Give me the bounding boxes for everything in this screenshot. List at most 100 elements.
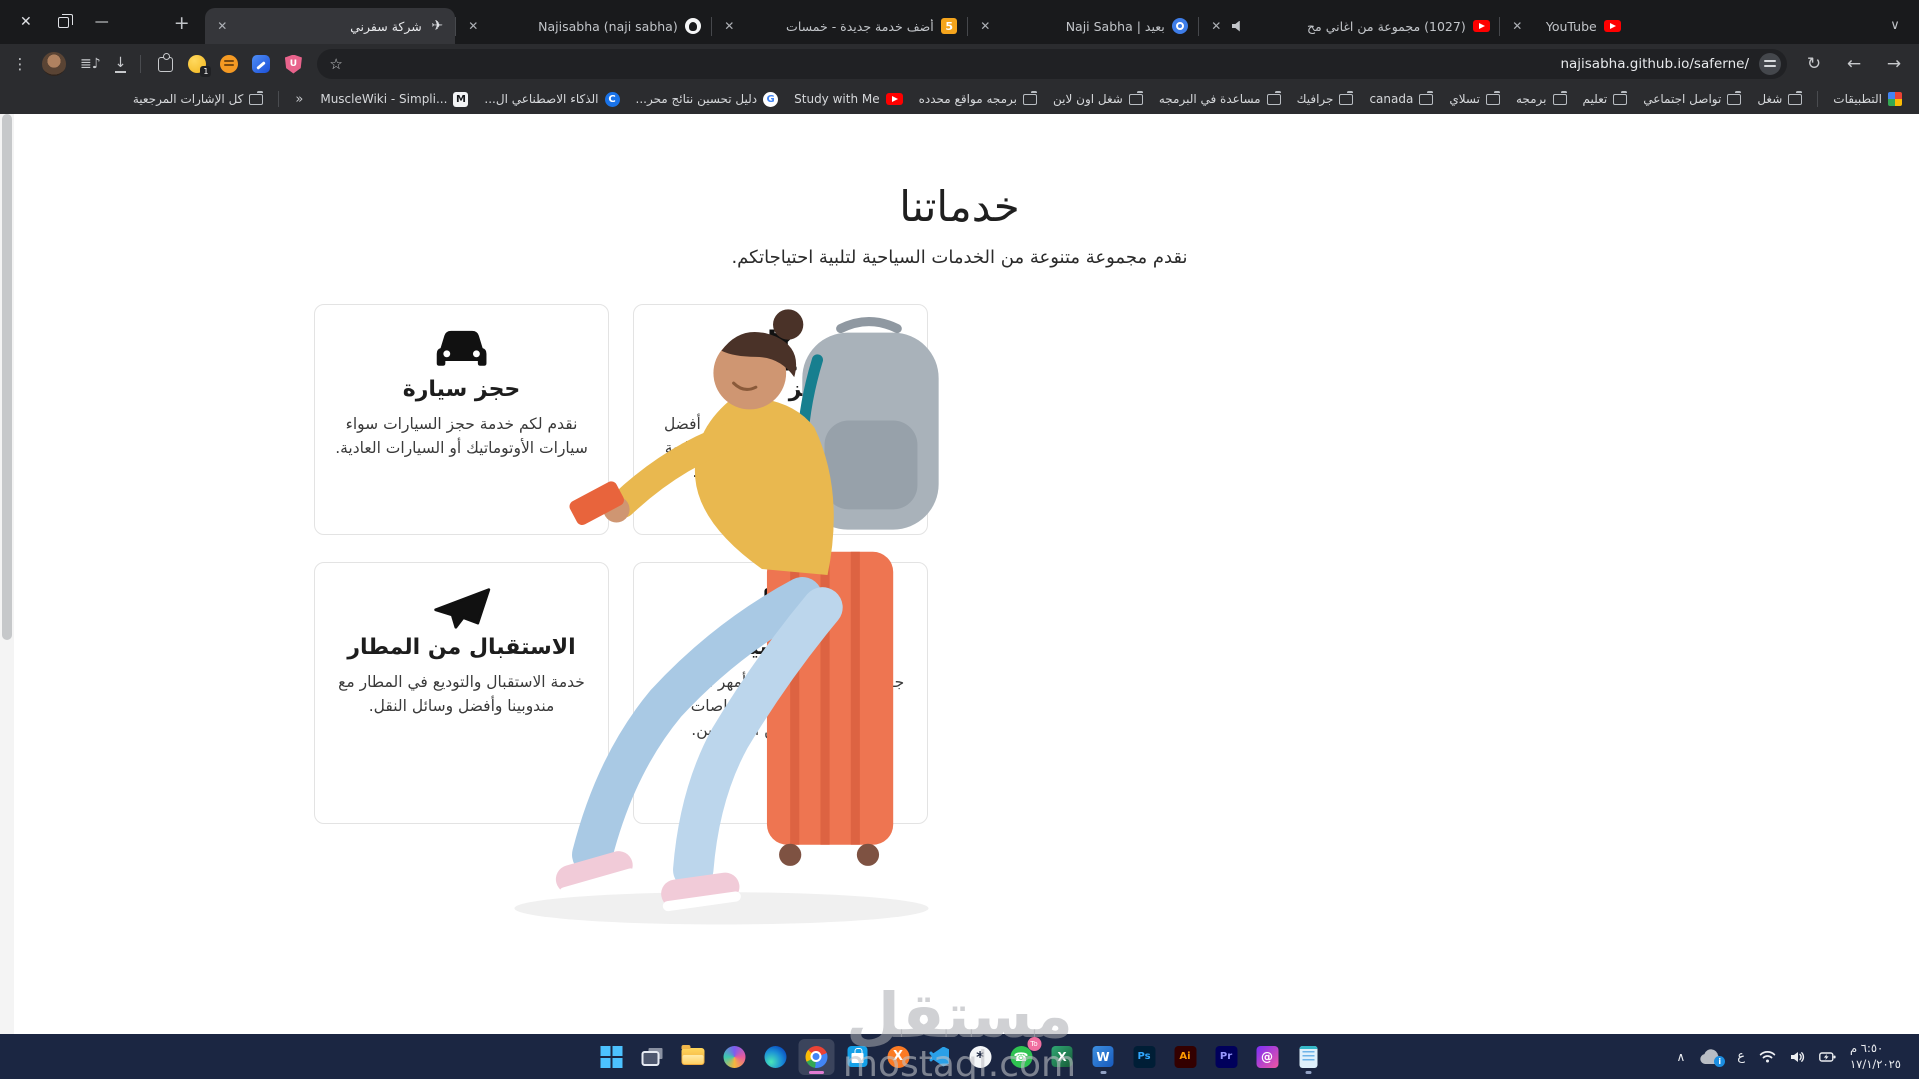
taskbar-edge-icon[interactable] — [757, 1039, 793, 1075]
taskbar-word-icon[interactable]: W — [1085, 1039, 1121, 1075]
tab-title: Naji Sabha | بعيد — [1065, 18, 1165, 34]
tray-clock[interactable]: ٦:٥٠ م ١٧/١/٢٠٢٥ — [1850, 1041, 1901, 1072]
extension-burger-icon[interactable] — [219, 54, 239, 74]
address-bar[interactable]: ☆ najisabha.github.io/saferne/ — [317, 49, 1787, 79]
bookmark-label: برمجه — [1515, 92, 1547, 106]
all-bookmarks-button[interactable]: كل الإشارات المرجعية — [126, 89, 271, 109]
scrollbar-thumb[interactable] — [2, 114, 12, 640]
khamsat-icon: 5 — [941, 18, 958, 34]
downloads-icon[interactable]: ↓ — [114, 56, 127, 73]
taskview-icon — [641, 1051, 659, 1066]
extension-blue-icon[interactable] — [251, 54, 271, 74]
excel-icon: X — [1051, 1046, 1073, 1067]
new-tab-button[interactable]: + — [167, 8, 197, 38]
running-indicator — [808, 1070, 824, 1074]
browser-tab[interactable]: ✕ شركة سفرني ✈ — [204, 8, 455, 44]
taskbar-designer-icon[interactable] — [716, 1039, 752, 1075]
xampp-icon: X — [887, 1045, 909, 1068]
forward-icon[interactable]: → — [1881, 54, 1907, 74]
battery-icon[interactable] — [1819, 1051, 1836, 1063]
bookmark-star-icon[interactable]: ☆ — [329, 55, 342, 73]
bookmark-item[interactable]: تعليم — [1576, 89, 1635, 109]
bookmarks-separator — [1817, 91, 1819, 107]
tab-favicon: 5 — [941, 18, 958, 35]
browser-tab[interactable]: ✕ YouTube — [1500, 8, 1630, 44]
tab-close-icon[interactable]: ✕ — [977, 18, 994, 35]
tray-date: ١٧/١/٢٠٢٥ — [1850, 1056, 1901, 1071]
browser-tab[interactable]: ✕ أضف خدمة جديدة - خمسات 5 — [712, 8, 967, 44]
taskbar-photoshop-icon[interactable]: Ps — [1126, 1039, 1162, 1075]
taskbar-whatsapp-icon[interactable]: ☎ To — [1003, 1036, 1041, 1075]
page-viewport: خدماتنا نقدم مجموعة متنوعة من الخدمات ال… — [0, 114, 1919, 1034]
taskbar-explorer-icon[interactable] — [675, 1039, 711, 1075]
bookmark-item[interactable]: G دليل تحسين نتائج محر... — [629, 89, 786, 110]
onedrive-cloud-icon[interactable]: i — [1699, 1048, 1726, 1067]
taskbar-taskview-icon[interactable] — [634, 1039, 670, 1075]
browser-tab[interactable]: ✕ Najisabha (naji sabha) — [456, 8, 711, 44]
bookmark-item[interactable]: برمجه مواقع محدده — [912, 89, 1044, 109]
tab-favicon — [1172, 18, 1189, 35]
bookmark-item[interactable]: تسلاي — [1442, 89, 1507, 109]
taskbar-excel-icon[interactable]: X — [1044, 1039, 1080, 1075]
back-icon[interactable]: ← — [1841, 54, 1867, 74]
bookmark-item[interactable]: برمجه — [1509, 89, 1574, 109]
cblue-icon: C — [604, 91, 620, 107]
tab-close-icon[interactable]: ✕ — [721, 18, 738, 35]
extensions-puzzle-icon[interactable] — [155, 52, 175, 74]
bookmark-item[interactable]: Study with Me — [787, 89, 909, 109]
designer-icon — [723, 1045, 745, 1068]
taskbar-store-icon[interactable] — [839, 1039, 875, 1075]
taskbar-icons: X * ☎ To X W Ps Ai Pr @ — [593, 1036, 1326, 1075]
bookmarks-overflow-chevron[interactable]: « — [287, 92, 311, 107]
taskbar-chatgpt-icon[interactable]: * — [962, 1039, 998, 1075]
bookmark-item[interactable]: شغل — [1750, 89, 1809, 109]
keyboard-language-indicator[interactable]: ع — [1737, 1049, 1745, 1064]
taskbar-xampp-icon[interactable]: X — [880, 1039, 916, 1075]
window-minimize-button[interactable]: — — [95, 15, 109, 29]
page-scrollbar[interactable] — [0, 114, 14, 1034]
folder-icon — [249, 90, 264, 105]
tray-hidden-icons-chevron-icon[interactable]: ∧ — [1676, 1050, 1685, 1064]
browser-tab[interactable]: ✕ Naji Sabha | بعيد — [968, 8, 1198, 44]
taskbar-notepad-icon[interactable] — [1290, 1039, 1326, 1075]
bookmark-item[interactable]: تواصل اجتماعي — [1636, 89, 1748, 109]
taskbar-baeedapp-icon[interactable]: @ — [1249, 1039, 1285, 1075]
site-settings-icon[interactable] — [1759, 53, 1781, 75]
browser-tab[interactable]: ✕ (1027) مجموعة من اغاني مح — [1199, 8, 1499, 44]
wifi-icon[interactable] — [1759, 1050, 1776, 1063]
bookmark-item[interactable]: جرافيك — [1290, 89, 1361, 109]
tab-search-chevron-icon[interactable]: ∨ — [1881, 11, 1909, 39]
baeed-icon — [1172, 18, 1189, 34]
bookmark-label: شغل اون لاين — [1053, 92, 1123, 106]
bookmark-label: canada — [1369, 92, 1414, 106]
volume-icon[interactable] — [1790, 1051, 1805, 1063]
reload-icon[interactable]: ↻ — [1801, 54, 1827, 74]
tab-close-icon[interactable]: ✕ — [1509, 18, 1526, 35]
window-restore-button[interactable] — [57, 13, 73, 28]
musclewiki-icon: M — [453, 91, 469, 107]
bookmark-item[interactable]: canada — [1362, 89, 1440, 109]
tab-close-icon[interactable]: ✕ — [465, 18, 482, 35]
bookmarks-apps-button[interactable]: التطبيقات — [1826, 89, 1909, 109]
extension-shield-icon[interactable]: U — [283, 54, 303, 74]
edge-icon — [764, 1045, 786, 1068]
bookmark-item[interactable]: M MuscleWiki - Simpli... — [313, 89, 475, 110]
bookmark-item[interactable]: مساعدة في البرمجه — [1152, 89, 1288, 109]
taskbar-chrome-icon[interactable] — [798, 1038, 834, 1075]
taskbar-start-icon[interactable] — [593, 1039, 629, 1075]
bookmark-label: MuscleWiki - Simpli... — [320, 92, 448, 106]
bookmark-item[interactable]: شغل اون لاين — [1046, 89, 1150, 109]
menu-kebab-icon[interactable]: ⋮ — [12, 55, 28, 73]
tab-close-icon[interactable]: ✕ — [1208, 18, 1225, 35]
taskbar-vscode-icon[interactable] — [921, 1039, 957, 1075]
bookmark-item[interactable]: C الذكاء الاصطناعي ال... — [477, 89, 626, 110]
profile-avatar[interactable] — [42, 52, 66, 76]
window-close-button[interactable]: ✕ — [20, 15, 32, 29]
taskbar-illustrator-icon[interactable]: Ai — [1167, 1039, 1203, 1075]
taskbar-premiere-icon[interactable]: Pr — [1208, 1039, 1244, 1075]
extension-badge: 1 — [200, 66, 212, 77]
url-text[interactable]: najisabha.github.io/saferne/ — [1560, 56, 1749, 72]
extension-yellow-icon[interactable]: 1 — [187, 54, 212, 77]
media-controls-icon[interactable]: ≣♪ — [80, 56, 101, 72]
tab-close-icon[interactable]: ✕ — [214, 18, 231, 35]
